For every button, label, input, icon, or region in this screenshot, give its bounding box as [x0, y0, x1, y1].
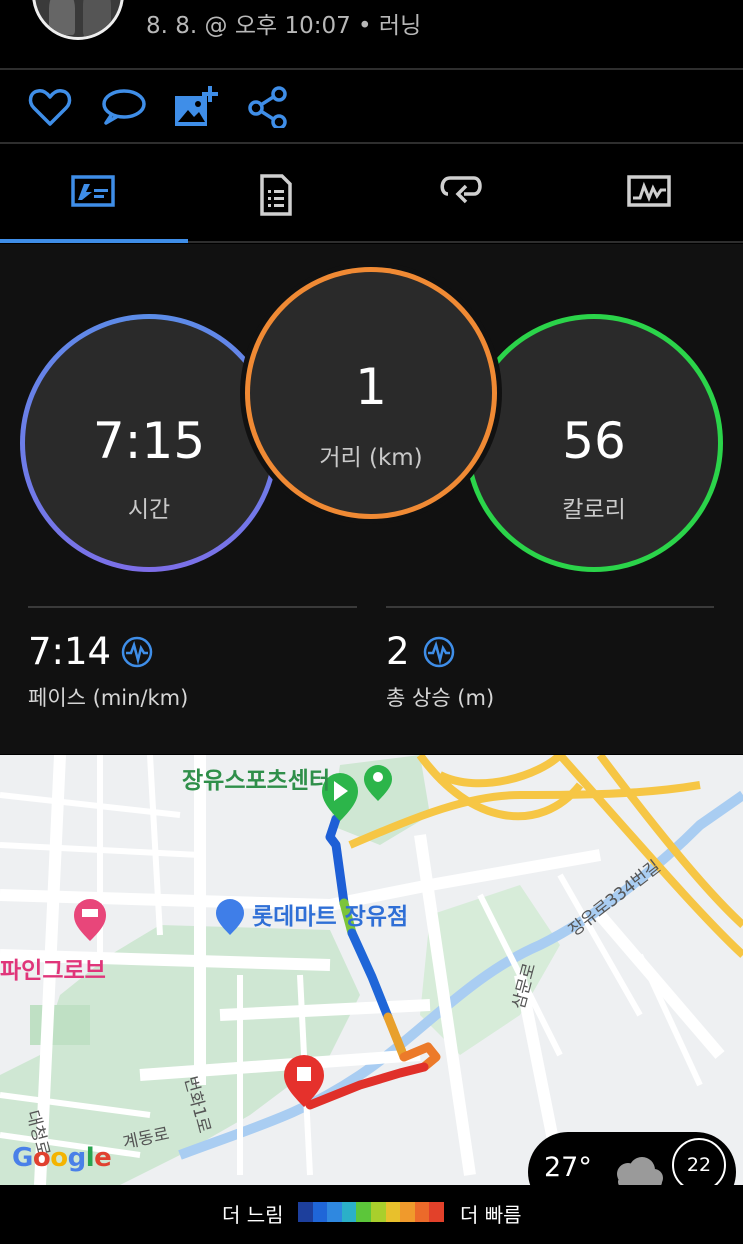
- pace-legend: 더 느림 더 빠름: [0, 1185, 743, 1244]
- pace-value: 7:14: [28, 630, 112, 673]
- divider: [188, 241, 743, 243]
- tab-charts[interactable]: [558, 146, 743, 240]
- calories-label: 칼로리: [562, 497, 626, 523]
- avatar[interactable]: [32, 0, 124, 40]
- elevation-value: 2: [386, 630, 410, 673]
- map-label-hotel: 파인그로브: [0, 958, 106, 984]
- legend-color-segment: [356, 1202, 371, 1222]
- legend-color-segment: [341, 1202, 357, 1222]
- time-label: 시간: [127, 497, 171, 523]
- tab-details[interactable]: [186, 146, 372, 240]
- distance-label: 거리 (km): [319, 445, 423, 471]
- legend-color-segment: [385, 1202, 401, 1222]
- pace-chart-icon[interactable]: [121, 636, 153, 668]
- overview-icon: [71, 175, 115, 207]
- legend-color-bar: [298, 1202, 444, 1222]
- divider: [28, 606, 357, 608]
- divider: [386, 606, 714, 608]
- legend-color-segment: [429, 1202, 444, 1222]
- activity-header: 8. 8. @ 오후 10:07 • 러닝: [0, 0, 743, 68]
- legend-color-segment: [370, 1202, 386, 1222]
- google-logo-text: Google: [12, 1143, 112, 1173]
- legend-fast-label: 더 빠름: [460, 1203, 522, 1227]
- heart-icon[interactable]: [26, 86, 72, 128]
- share-icon[interactable]: [246, 86, 292, 130]
- air-quality-index: 22: [672, 1138, 726, 1185]
- divider: [0, 68, 743, 70]
- comment-icon[interactable]: [100, 86, 146, 128]
- legend-color-segment: [400, 1202, 415, 1222]
- legend-slow-label: 더 느림: [222, 1203, 284, 1227]
- elevation-label: 총 상승 (m): [386, 686, 495, 710]
- pace-label: 페이스 (min/km): [28, 686, 189, 710]
- elevation-chart-icon[interactable]: [423, 636, 455, 668]
- calories-ring: 56 칼로리: [465, 314, 723, 572]
- activity-meta: 8. 8. @ 오후 10:07 • 러닝: [146, 13, 422, 39]
- legend-color-segment: [327, 1202, 342, 1222]
- weather-widget[interactable]: 27° 22: [528, 1132, 736, 1185]
- divider: [0, 142, 743, 144]
- tab-laps[interactable]: [372, 146, 558, 240]
- charts-icon: [627, 175, 671, 207]
- details-icon: [260, 174, 292, 216]
- google-logo: Google: [12, 1143, 112, 1173]
- cloud-icon: [608, 1154, 666, 1185]
- legend-color-segment: [312, 1202, 328, 1222]
- legend-color-segment: [414, 1202, 430, 1222]
- add-photo-icon[interactable]: [172, 86, 218, 128]
- legend-color-segment: [298, 1202, 313, 1222]
- map-canvas: [0, 755, 743, 1185]
- calories-value: 56: [562, 412, 626, 470]
- tab-overview[interactable]: [0, 146, 186, 240]
- route-map[interactable]: 장유스포츠센터 롯데마트 장유점 파인그로브 장유로334번길 삼문로 번화1로…: [0, 755, 743, 1185]
- stats-panel: 7:15 시간 56 칼로리 1 거리 (km) 7:14 페이스 (min/k…: [0, 244, 743, 754]
- map-label-sports-center: 장유스포츠센터: [182, 768, 331, 794]
- laps-icon: [440, 176, 482, 204]
- active-tab-indicator: [0, 239, 188, 243]
- temperature: 27°: [544, 1152, 592, 1183]
- distance-ring: 1 거리 (km): [240, 262, 502, 524]
- map-label-lotte-mart: 롯데마트 장유점: [252, 904, 409, 930]
- distance-value: 1: [355, 358, 387, 416]
